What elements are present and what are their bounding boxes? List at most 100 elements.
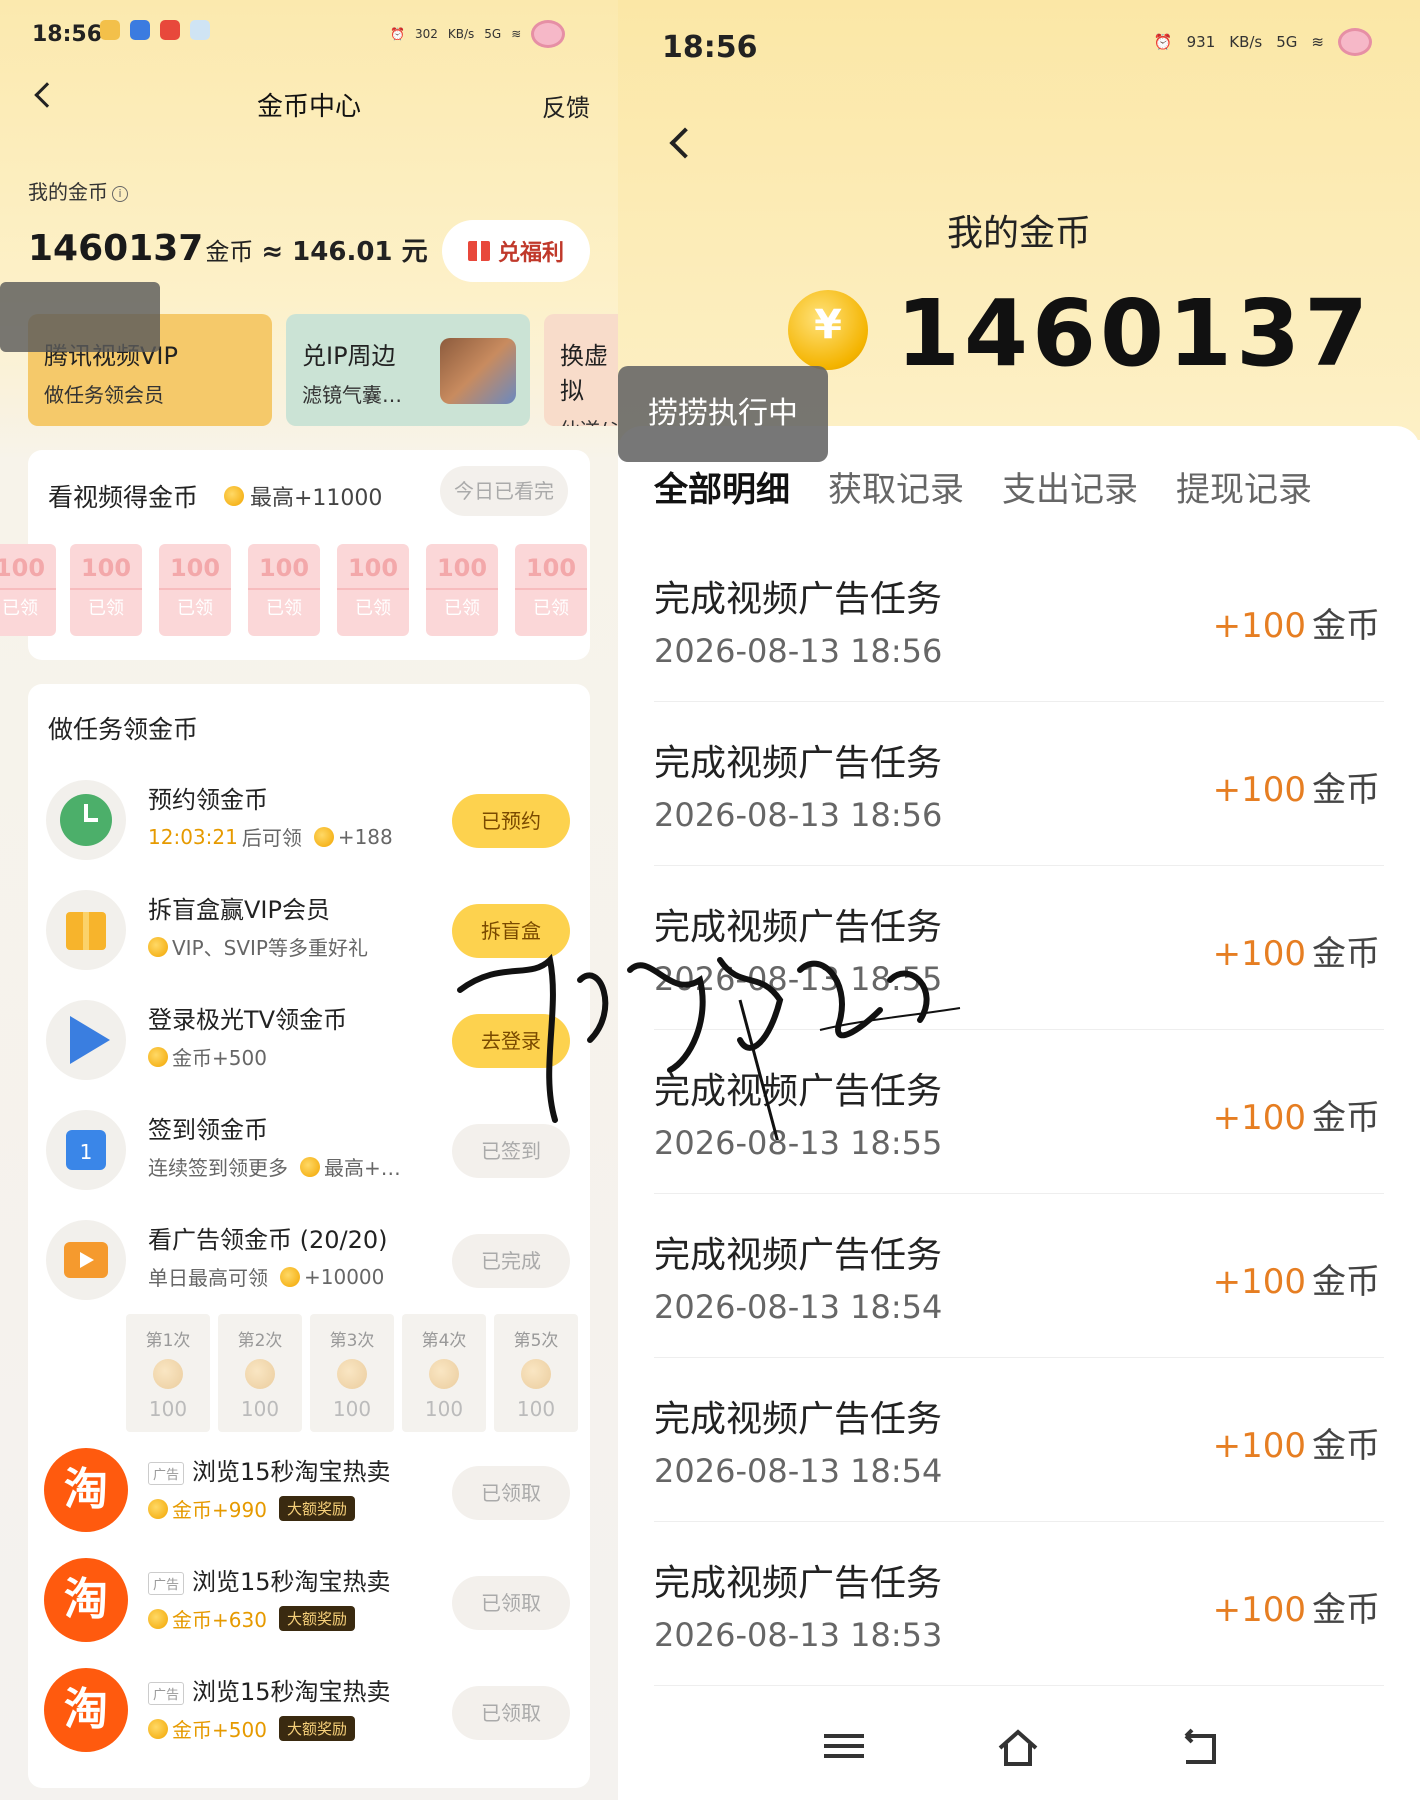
- task-name-text: 浏览15秒淘宝热卖: [192, 1458, 391, 1486]
- ad-play-icon: [46, 1220, 126, 1300]
- promo-sub: 仙逆/斗: [560, 414, 618, 426]
- envelope-value: 100: [436, 554, 488, 582]
- envelope: 100 已领: [0, 544, 56, 636]
- task-name: 预约领金币: [148, 786, 268, 814]
- task-login-tv: 登录极光TV领金币 金币+500 去登录: [28, 992, 590, 1092]
- open-blind-box-button[interactable]: 拆盲盒: [452, 904, 570, 958]
- signed-in-button[interactable]: 已签到: [452, 1124, 570, 1178]
- envelope-value: 100: [258, 554, 310, 582]
- record-time: 2026-08-13 18:55: [654, 960, 943, 998]
- watch-video-card: 看视频得金币 最高+11000 今日已看完 100 已领 100 已领 100 已领 …: [0, 450, 590, 660]
- envelope-state: 已领: [2, 598, 38, 619]
- claimed-button[interactable]: 已领取: [452, 1686, 570, 1740]
- amount-value: +100: [1212, 1262, 1306, 1302]
- claimed-button[interactable]: 已领取: [452, 1466, 570, 1520]
- anime-characters-image: [440, 338, 516, 404]
- record-row: 完成视频广告任务 2026-08-13 18:54 +100 金币: [654, 1358, 1384, 1522]
- coin-count: 1460137: [28, 228, 204, 269]
- menu-icon[interactable]: [824, 1728, 864, 1768]
- envelope-state: 已领: [266, 598, 302, 619]
- my-coins-screen: 18:56 ⏰ 931 KB/s 5G ≋ 我的金币 1460137 全部明细 …: [618, 0, 1420, 1800]
- tab-all-details[interactable]: 全部明细: [654, 462, 790, 511]
- bonus-tag: 大额奖励: [278, 1606, 355, 1631]
- task-name: 拆盲盒赢VIP会员: [148, 896, 330, 924]
- record-tabs: 全部明细 获取记录 支出记录 提现记录: [654, 462, 1312, 511]
- task-name: 广告 浏览15秒淘宝热卖: [148, 1452, 391, 1487]
- redeem-benefits-button[interactable]: 兑福利: [442, 220, 590, 282]
- envelope-state: 已领: [533, 598, 569, 619]
- amount-unit: 金币: [1312, 1098, 1380, 1138]
- record-row: 完成视频广告任务 2026-08-13 18:54 +100 金币: [654, 1194, 1384, 1358]
- task-sub: 12:03:21 后可领 +188: [148, 822, 393, 851]
- envelope: 100 已领: [337, 544, 409, 636]
- back-arrow-icon[interactable]: [669, 127, 701, 159]
- wifi-icon: ≋: [1311, 33, 1324, 51]
- status-system-icons: ⏰ 931 KB/s 5G ≋: [1154, 28, 1372, 56]
- task-taobao: 淘 广告 浏览15秒淘宝热卖 金币+500 大额奖励 已领取: [28, 1664, 590, 1764]
- record-amount: +100 金币: [1213, 1582, 1380, 1631]
- status-time: 18:56: [32, 22, 103, 47]
- alarm-icon: ⏰: [1153, 33, 1173, 51]
- tab-spend-records[interactable]: 支出记录: [1002, 462, 1138, 511]
- record-time: 2026-08-13 18:56: [654, 632, 943, 670]
- feedback-link[interactable]: 反馈: [542, 88, 590, 123]
- step-item: 第3次 100: [310, 1314, 394, 1432]
- record-row: 完成视频广告任务 2026-08-13 18:56 +100 金币: [654, 702, 1384, 866]
- step-item: 第2次 100: [218, 1314, 302, 1432]
- task-blind-box: 拆盲盒赢VIP会员 VIP、SVIP等多重好礼 拆盲盒: [28, 882, 590, 982]
- ad-progress-steps: 第1次 100 第2次 100 第3次 100 第4次 100 第5次 100: [126, 1314, 584, 1432]
- record-amount: +100 金币: [1213, 1090, 1380, 1139]
- task-reward: 金币+630: [172, 1608, 267, 1632]
- page-title: 金币中心: [256, 92, 361, 122]
- watch-title: 看视频得金币: [48, 483, 199, 512]
- claimed-button[interactable]: 已领取: [452, 1576, 570, 1630]
- envelope-state: 已领: [444, 598, 480, 619]
- task-sub: 单日最高可领 +10000: [148, 1262, 384, 1291]
- tasks-title: 做任务领金币: [48, 715, 199, 744]
- coin-icon: [148, 936, 168, 957]
- task-sub-text: 后可领: [241, 826, 302, 850]
- step-value: 100: [516, 1397, 556, 1421]
- record-amount: +100 金币: [1213, 762, 1380, 811]
- gift-box-shape: [66, 912, 106, 950]
- records-panel: 全部明细 获取记录 支出记录 提现记录 完成视频广告任务 2026-08-13 …: [618, 426, 1420, 1800]
- step-value: 100: [240, 1397, 280, 1421]
- envelope: 100 已领: [70, 544, 142, 636]
- record-time: 2026-08-13 18:55: [654, 1124, 943, 1162]
- top-navbar: 金币中心 反馈: [0, 80, 618, 130]
- ad-tag: 广告: [148, 1461, 185, 1485]
- envelope-value: 100: [0, 554, 46, 582]
- envelope-row: 100 已领 100 已领 100 已领 100 已领 100 已领 100 已领 100 已…: [0, 544, 590, 640]
- task-reward: 金币+500: [172, 1718, 267, 1742]
- record-name: 完成视频广告任务: [654, 579, 943, 620]
- play-icon: [46, 1000, 126, 1080]
- task-name: 广告 浏览15秒淘宝热卖: [148, 1562, 391, 1597]
- record-amount: +100 金币: [1213, 926, 1380, 975]
- task-name: 签到领金币: [148, 1116, 268, 1144]
- step-value: 100: [148, 1397, 188, 1421]
- envelope-value: 100: [80, 554, 132, 582]
- watch-max-text: 最高+11000: [250, 486, 383, 511]
- info-icon[interactable]: i: [112, 185, 128, 202]
- promo-card-virtual[interactable]: 换虚拟 仙逆/斗: [544, 314, 618, 426]
- amount-unit: 金币: [1312, 606, 1380, 646]
- completed-button[interactable]: 已完成: [452, 1234, 570, 1288]
- back-nav-icon[interactable]: [1178, 1728, 1218, 1768]
- record-amount: +100 金币: [1213, 1254, 1380, 1303]
- promo-card-ip[interactable]: 兑IP周边 滤镜气囊…: [286, 314, 530, 426]
- coin-unit: 金币: [205, 238, 254, 266]
- task-sub: 金币+500: [148, 1042, 267, 1071]
- tab-earn-records[interactable]: 获取记录: [828, 462, 964, 511]
- home-icon[interactable]: [996, 1728, 1038, 1768]
- coin-icon: [148, 1608, 168, 1629]
- tab-withdraw-records[interactable]: 提现记录: [1176, 462, 1312, 511]
- task-sub-text: VIP、SVIP等多重好礼: [172, 936, 368, 960]
- go-login-button[interactable]: 去登录: [452, 1014, 570, 1068]
- countdown: 12:03:21: [148, 824, 238, 849]
- watch-status-button[interactable]: 今日已看完: [440, 466, 568, 516]
- task-sub-text: 金币+500: [172, 1046, 267, 1070]
- toast-message: 捞捞执行中: [618, 366, 828, 462]
- record-name: 完成视频广告任务: [654, 907, 943, 948]
- step-item: 第1次 100: [126, 1314, 210, 1432]
- reserved-button[interactable]: 已预约: [452, 794, 570, 848]
